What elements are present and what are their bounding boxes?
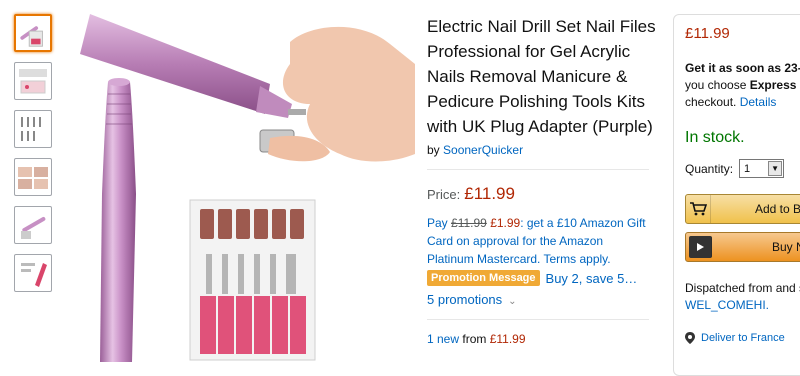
cart-icon (686, 195, 711, 223)
byline: by SoonerQuicker (427, 143, 657, 157)
product-details: Electric Nail Drill Set Nail Files Profe… (427, 14, 657, 346)
brand-link[interactable]: SoonerQuicker (443, 143, 523, 157)
main-product-image[interactable] (60, 14, 415, 362)
checkout-label: checkout. (685, 95, 737, 109)
thumbnail-6[interactable] (14, 254, 52, 292)
buy-now-button[interactable]: Buy N (685, 232, 800, 262)
chevron-down-icon: ⌄ (508, 296, 517, 307)
discounted-price: £1.99 (490, 216, 521, 230)
product-title: Electric Nail Drill Set Nail Files Profe… (427, 17, 656, 136)
thumbnail-4[interactable] (14, 158, 52, 196)
thumbnail-strip (14, 14, 54, 302)
promotion-row: Promotion Message Buy 2, save 5… (427, 270, 657, 286)
promotions-count: 5 promotions (427, 292, 503, 307)
location-icon (685, 332, 695, 344)
delivery-estimate: Get it as soon as 23- you choose Express… (685, 60, 800, 111)
choose-label: you choose (685, 78, 747, 92)
buy-now-label: Buy N (772, 240, 800, 254)
buy-box: £11.99 Get it as soon as 23- you choose … (673, 14, 800, 376)
thumbnail-5[interactable] (14, 206, 52, 244)
quantity-select[interactable]: 1 ▼ (739, 159, 785, 178)
new-offers-link[interactable]: 1 new (427, 332, 459, 346)
old-price: £11.99 (451, 216, 487, 230)
add-to-basket-label: Add to B (755, 202, 800, 216)
play-icon (689, 236, 712, 258)
stock-status: In stock. (685, 129, 745, 146)
promotion-link[interactable]: Buy 2, save 5… (546, 271, 638, 286)
get-it-label: Get it as soon as (685, 61, 782, 75)
thumbnail-1[interactable] (14, 14, 52, 52)
price-value: £11.99 (464, 184, 515, 203)
divider (427, 169, 649, 170)
nail-drill-photo (80, 14, 415, 362)
promotions-dropdown[interactable]: 5 promotions ⌄ (427, 292, 657, 307)
details-link[interactable]: Details (740, 95, 777, 109)
chevron-down-icon: ▼ (768, 161, 783, 176)
promotion-badge: Promotion Message (427, 270, 540, 286)
deliver-to-link[interactable]: Deliver to France (685, 332, 800, 344)
quantity-label: Quantity: (685, 161, 734, 176)
pay-label: Pay (427, 216, 448, 230)
quantity-row: Quantity: 1 ▼ (685, 159, 800, 178)
credit-card-offer[interactable]: Pay £11.99 £1.99: get a £10 Amazon Gift … (427, 214, 652, 268)
delivery-date: 23- (784, 61, 800, 75)
express-label: Express D (749, 78, 800, 92)
dispatch-info: Dispatched from and s WEL_COMEHI. (685, 280, 800, 314)
seller-link[interactable]: WEL_COMEHI. (685, 298, 769, 312)
by-label: by (427, 143, 440, 157)
dispatched-label: Dispatched from and s (685, 281, 800, 295)
divider (427, 319, 649, 320)
deliver-to-label: Deliver to France (701, 332, 785, 344)
thumbnail-3[interactable] (14, 110, 52, 148)
buybox-price: £11.99 (685, 25, 730, 42)
offers-row: 1 new from £11.99 (427, 332, 657, 346)
price-label: Price: (427, 187, 461, 202)
thumbnail-2[interactable] (14, 62, 52, 100)
offers-price: £11.99 (489, 332, 526, 346)
add-to-basket-button[interactable]: Add to B (685, 194, 800, 224)
quantity-value: 1 (744, 162, 751, 175)
price-row: Price: £11.99 (427, 184, 657, 204)
from-label: from (462, 332, 487, 346)
